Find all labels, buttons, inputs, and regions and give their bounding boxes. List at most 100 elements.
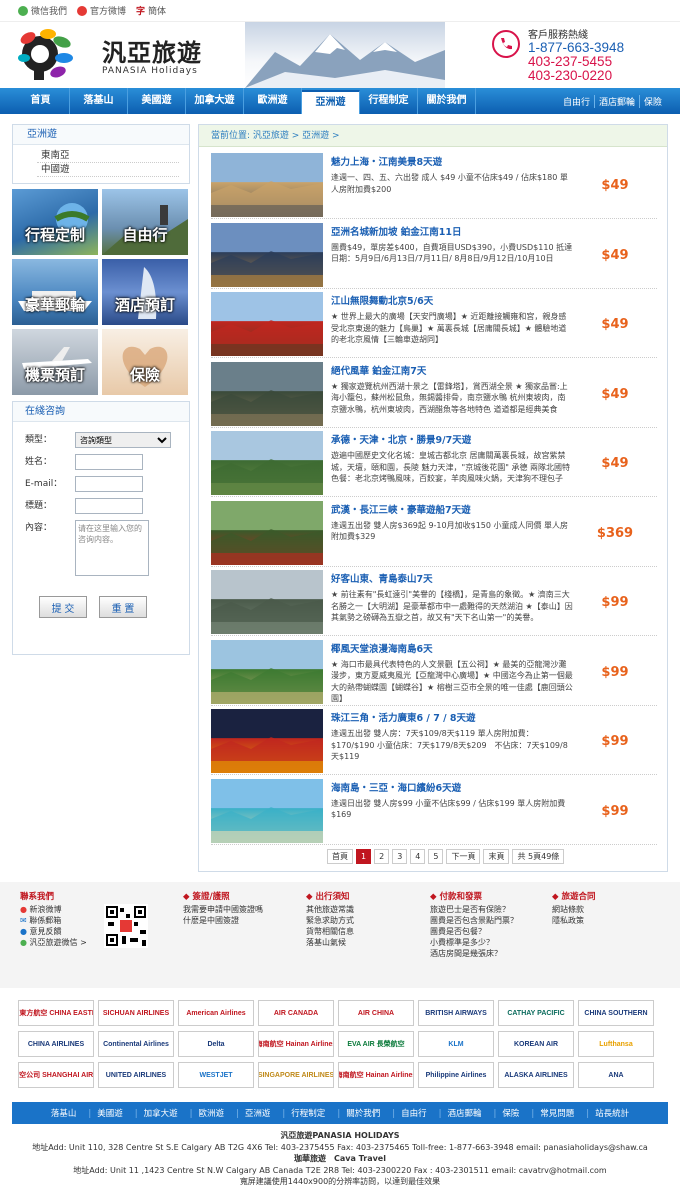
tour-title[interactable]: 好客山東、青島泰山7天 — [331, 573, 573, 587]
tour-thumbnail[interactable] — [211, 292, 323, 356]
nav-right-item-0[interactable]: 自由行 — [559, 95, 594, 108]
bottom-nav-item[interactable]: 歐洲遊 — [184, 1107, 230, 1119]
tour-title[interactable]: 海南島・三亞・海口繽紛6天遊 — [331, 782, 573, 796]
footer-link[interactable]: 落基山氣候 — [306, 937, 354, 948]
tour-title[interactable]: 絕代風華 鉑金江南7天 — [331, 365, 573, 379]
footer-link[interactable]: 網站條款 — [552, 904, 596, 915]
airline-logo[interactable]: American Airlines — [178, 1000, 254, 1026]
pager-next[interactable]: 下一頁 — [446, 849, 481, 864]
bottom-nav-item[interactable]: 自由行 — [386, 1107, 432, 1119]
airline-logo[interactable]: EVA AIR 長榮航空 — [338, 1031, 414, 1057]
tour-thumbnail[interactable] — [211, 431, 323, 495]
footer-link[interactable]: 隱私政策 — [552, 915, 596, 926]
tile-custom-itinerary[interactable]: 行程定制 — [12, 189, 98, 255]
airline-logo[interactable]: CHINA SOUTHERN — [578, 1000, 654, 1026]
nav-item-7[interactable]: 關於我們 — [418, 88, 476, 114]
footer-link[interactable]: 貨幣相關信息 — [306, 926, 354, 937]
tile-insurance[interactable]: 保險 — [102, 329, 188, 395]
airline-logo[interactable]: CHINA AIRLINES — [18, 1031, 94, 1057]
airline-logo[interactable]: ALASKA AIRLINES — [498, 1062, 574, 1088]
site-logo[interactable]: 汎亞旅遊 PANASIA Holidays — [18, 28, 202, 80]
airline-logo[interactable]: Continental Airlines — [98, 1031, 174, 1057]
airline-logo[interactable]: KOREAN AIR — [498, 1031, 574, 1057]
bottom-nav-item[interactable]: 加拿大遊 — [129, 1107, 184, 1119]
footer-link[interactable]: 酒店房間是幾張床？ — [430, 948, 518, 959]
nav-item-4[interactable]: 歐洲遊 — [244, 88, 302, 114]
tour-title[interactable]: 武漢・長江三峽・豪華遊船7天遊 — [331, 504, 573, 518]
airline-logo[interactable]: 海南航空 Hainan Airlines — [258, 1031, 334, 1057]
tour-thumbnail[interactable] — [211, 500, 323, 565]
footer-weibo-link[interactable]: ● 新浪微博 — [20, 904, 87, 915]
tile-hotel-booking[interactable]: 酒店預訂 — [102, 259, 188, 325]
pager-page-5[interactable]: 5 — [428, 849, 444, 864]
footer-link[interactable]: 緊急求助方式 — [306, 915, 354, 926]
type-select[interactable]: 咨詢類型 — [75, 432, 171, 448]
tour-thumbnail[interactable] — [211, 361, 323, 426]
tour-item[interactable]: 好客山東、青島泰山7天 ★ 前往素有"長虹遠引"美譽的【棧橋】，是青島的象徵。★ … — [211, 570, 657, 636]
footer-link[interactable]: 我需要申請中國簽證嗎 — [183, 904, 263, 915]
weibo-link[interactable]: 官方微博 — [77, 4, 126, 17]
footer-link[interactable]: 團費是否包餐？ — [430, 926, 518, 937]
footer-wechat-link[interactable]: ● 汎亞旅遊微信 > — [20, 937, 87, 948]
airline-logo[interactable]: Philippine Airlines — [418, 1062, 494, 1088]
tour-title[interactable]: 魅力上海・江南美景8天遊 — [331, 156, 573, 170]
footer-email-link[interactable]: ✉ 聯係郵箱 — [20, 915, 87, 926]
nav-right-item-2[interactable]: 保險 — [638, 94, 666, 108]
airline-logo[interactable]: 中國東方航空 CHINA EASTERN — [18, 1000, 94, 1026]
nav-item-3[interactable]: 加拿大遊 — [186, 88, 244, 114]
nav-item-6[interactable]: 行程制定 — [360, 88, 418, 114]
airline-logo[interactable]: AIR CANADA — [258, 1000, 334, 1026]
tour-item[interactable]: 椰風天堂浪漫海南島6天 ★ 海口市最具代表特色的人文景觀【五公祠】★ 最美的亞龍灣… — [211, 639, 657, 706]
tour-thumbnail[interactable] — [211, 153, 323, 217]
airline-logo[interactable]: SICHUAN AIRLINES — [98, 1000, 174, 1026]
airline-logo[interactable]: ANA — [578, 1062, 654, 1088]
tour-item[interactable]: 魅力上海・江南美景8天遊 逢週一、四、五、六出發 成人 $49 小童不佔床$49 … — [211, 153, 657, 219]
nav-right-item-1[interactable]: 酒店郵輪 — [593, 94, 639, 108]
bottom-nav-item[interactable]: 酒店郵輪 — [433, 1107, 488, 1119]
footer-link[interactable]: 旅遊巴士是否有保險？ — [430, 904, 518, 915]
name-input[interactable] — [75, 454, 143, 470]
footer-link[interactable]: 其他旅遊常識 — [306, 904, 354, 915]
tour-thumbnail[interactable] — [211, 570, 323, 634]
tour-title[interactable]: 承德・天津・北京・勝景9/7天遊 — [331, 434, 573, 448]
weixin-link[interactable]: 微信我們 — [18, 4, 67, 17]
bottom-nav-item[interactable]: 常見問題 — [525, 1107, 580, 1119]
reset-button[interactable]: 重 置 — [99, 596, 147, 618]
footer-feedback-link[interactable]: ● 意見反饋 — [20, 926, 87, 937]
tour-item[interactable]: 承德・天津・北京・勝景9/7天遊 遊遍中國歷史文化名城：皇城古都北京 居庸關萬裏長… — [211, 431, 657, 497]
sidebar-item-southeast-asia[interactable]: 東南亞 — [37, 149, 179, 163]
tour-title[interactable]: 椰風天堂浪漫海南島6天 — [331, 643, 573, 657]
airline-logo[interactable]: Lufthansa — [578, 1031, 654, 1057]
footer-link[interactable]: 團費是否包含景點門票？ — [430, 915, 518, 926]
bottom-nav-item[interactable]: 亞洲遊 — [230, 1107, 276, 1119]
submit-button[interactable]: 提 交 — [39, 596, 87, 618]
tile-luxury-cruise[interactable]: 豪華郵輪 — [12, 259, 98, 325]
tour-item[interactable]: 亞洲名城新加坡 鉑金江南11日 團費$49，單房差$400，自費項目USD$390… — [211, 222, 657, 289]
pager-page-4[interactable]: 4 — [410, 849, 426, 864]
pager-page-1[interactable]: 1 — [356, 849, 372, 864]
tour-title[interactable]: 亞洲名城新加坡 鉑金江南11日 — [331, 226, 573, 240]
pager-page-3[interactable]: 3 — [392, 849, 408, 864]
bottom-nav-item[interactable]: 關於我們 — [331, 1107, 386, 1119]
airline-logo[interactable]: WESTJET — [178, 1062, 254, 1088]
nav-item-5[interactable]: 亞洲遊 — [302, 90, 360, 114]
nav-item-1[interactable]: 落基山 — [70, 88, 128, 114]
tour-item[interactable]: 海南島・三亞・海口繽紛6天遊 逢週日出發 雙人房$99 小童不佔床$99 / 佔床… — [211, 778, 657, 845]
airline-logo[interactable]: CATHAY PACIFIC — [498, 1000, 574, 1026]
pager-last[interactable]: 末頁 — [483, 849, 510, 864]
sidebar-item-china[interactable]: 中國遊 — [37, 163, 179, 177]
nav-item-0[interactable]: 首頁 — [12, 88, 70, 114]
airline-logo[interactable]: Delta — [178, 1031, 254, 1057]
airline-logo[interactable]: AIR CHINA — [338, 1000, 414, 1026]
tour-thumbnail[interactable] — [211, 709, 323, 773]
tile-free-travel[interactable]: 自由行 — [102, 189, 188, 255]
tile-air-ticket[interactable]: 機票預訂 — [12, 329, 98, 395]
tour-title[interactable]: 江山無限舞動北京5/6天 — [331, 295, 573, 309]
pager-page-2[interactable]: 2 — [374, 849, 390, 864]
tour-thumbnail[interactable] — [211, 639, 323, 704]
footer-link[interactable]: 小費標準是多少？ — [430, 937, 518, 948]
airline-logo[interactable]: SINGAPORE AIRLINES — [258, 1062, 334, 1088]
airline-logo[interactable]: 海南航空 Hainan Airlines — [338, 1062, 414, 1088]
pager-first[interactable]: 首頁 — [327, 849, 353, 864]
tour-item[interactable]: 武漢・長江三峽・豪華遊船7天遊 逢週五出發 雙人房$369起 9-10月加收$15… — [211, 500, 657, 567]
